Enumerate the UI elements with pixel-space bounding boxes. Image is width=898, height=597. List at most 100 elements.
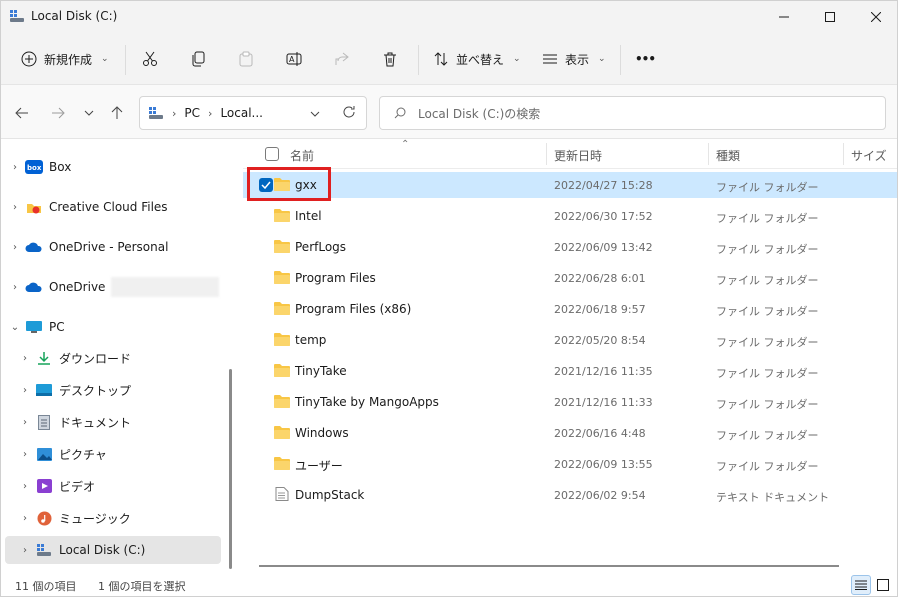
file-row[interactable]: Intel 2022/06/30 17:52 ファイル フォルダー [243,203,897,229]
arrow-left-icon [15,107,28,119]
address-bar[interactable]: › PC › Local... [139,96,367,130]
new-button[interactable]: 新規作成 ⌄ [21,46,109,72]
chevron-right-icon[interactable]: › [15,513,35,524]
file-row[interactable]: temp 2022/05/20 8:54 ファイル フォルダー [243,327,897,353]
back-button[interactable] [11,103,33,123]
column-divider[interactable] [843,143,844,165]
cut-button[interactable] [142,46,158,72]
sidebar-item-pictures[interactable]: › ピクチャ [15,440,231,468]
chevron-right-icon[interactable]: › [15,417,35,428]
sidebar-item-pc[interactable]: ⌄ PC [5,313,221,341]
horizontal-scrollbar[interactable] [259,565,839,567]
file-row[interactable]: DumpStack 2022/06/02 9:54 テキスト ドキュメント [243,482,897,508]
up-button[interactable] [106,103,128,123]
forward-button[interactable] [47,103,69,123]
column-divider[interactable] [708,143,709,165]
chevron-right-icon[interactable]: › [15,449,35,460]
select-all-checkbox[interactable] [265,147,279,161]
status-bar: 11 個の項目 1 個の項目を選択 [1,572,897,596]
file-type: ファイル フォルダー [716,336,819,349]
column-name[interactable]: 名前 [290,147,314,164]
music-icon [35,510,53,526]
file-date: 2021/12/16 11:35 [554,365,653,378]
sort-button[interactable]: 並べ替え ⌄ [433,46,521,72]
sidebar-item-desktop[interactable]: › デスクトップ [15,376,231,404]
file-name: TinyTake [295,364,347,378]
chevron-right-icon[interactable]: › [5,202,25,213]
folder-icon [274,302,290,315]
sidebar-item-label: PC [49,320,65,334]
breadcrumb-pc[interactable]: PC [184,106,200,120]
delete-button[interactable] [382,46,398,72]
sidebar-item-label: ドキュメント [59,415,132,430]
chevron-right-icon[interactable]: › [15,481,35,492]
file-row[interactable]: gxx 2022/04/27 15:28 ファイル フォルダー [243,172,897,198]
svg-text:A: A [289,55,295,64]
file-type: ファイル フォルダー [716,243,819,256]
paste-icon [239,51,253,67]
file-row[interactable]: TinyTake by MangoApps 2021/12/16 11:33 フ… [243,389,897,415]
share-button[interactable] [334,46,350,72]
chevron-right-icon[interactable]: › [5,162,25,173]
sidebar-item-creative-cloud[interactable]: › Creative Cloud Files [5,193,221,221]
file-date: 2022/06/28 6:01 [554,272,646,285]
copy-button[interactable] [190,46,206,72]
sidebar-item-music[interactable]: › ミュージック [15,504,231,532]
sidebar-item-downloads[interactable]: › ダウンロード [15,344,231,372]
file-row[interactable]: Program Files (x86) 2022/06/18 9:57 ファイル… [243,296,897,322]
refresh-icon[interactable] [342,105,356,119]
column-divider[interactable] [546,143,547,165]
file-row[interactable]: ユーザー 2022/06/09 13:55 ファイル フォルダー [243,451,897,477]
maximize-button[interactable] [807,1,853,33]
file-row[interactable]: PerfLogs 2022/06/09 13:42 ファイル フォルダー [243,234,897,260]
file-row[interactable]: Windows 2022/06/16 4:48 ファイル フォルダー [243,420,897,446]
file-row[interactable]: TinyTake 2021/12/16 11:35 ファイル フォルダー [243,358,897,384]
details-view-button[interactable] [851,575,871,595]
rename-button[interactable]: A [286,46,302,72]
plus-circle-icon [21,51,37,67]
file-name: Intel [295,209,322,223]
chevron-right-icon: › [172,106,177,120]
box-icon: box [25,159,43,175]
chevron-right-icon[interactable]: › [15,545,35,556]
view-button[interactable]: 表示 ⌄ [542,46,606,72]
file-date: 2022/06/16 4:48 [554,427,646,440]
file-name: temp [295,333,327,347]
sidebar-item-label: Creative Cloud Files [49,200,168,214]
paste-button[interactable] [238,46,254,72]
large-icons-view-button[interactable] [873,575,893,595]
breadcrumb-local-disk[interactable]: Local... [220,106,263,120]
column-size[interactable]: サイズ [851,147,887,164]
sidebar-item-videos[interactable]: › ビデオ [15,472,231,500]
drive-icon [35,542,53,558]
creative-cloud-icon [25,199,43,215]
chevron-right-icon[interactable]: › [15,353,35,364]
recent-locations-button[interactable] [78,103,100,123]
maximize-icon [825,12,835,22]
sidebar-item-box[interactable]: › box Box [5,153,221,181]
column-header: ⌃ 名前 更新日時 種類 サイズ [243,139,897,169]
onedrive-icon [25,239,43,255]
document-icon [35,414,53,430]
file-row[interactable]: Program Files 2022/06/28 6:01 ファイル フォルダー [243,265,897,291]
column-type[interactable]: 種類 [716,147,740,164]
close-button[interactable] [853,1,897,33]
file-type: ファイル フォルダー [716,212,819,225]
file-date: 2022/05/20 8:54 [554,334,646,347]
minimize-button[interactable] [761,1,807,33]
chevron-down-icon[interactable]: ⌄ [5,322,25,333]
chevron-right-icon[interactable]: › [5,242,25,253]
sidebar-scrollbar[interactable] [229,369,232,569]
chevron-right-icon[interactable]: › [5,282,25,293]
chevron-down-icon[interactable] [310,110,320,118]
search-box[interactable]: Local Disk (C:)の検索 [379,96,886,130]
sidebar-item-documents[interactable]: › ドキュメント [15,408,231,436]
more-options-button[interactable]: ••• [635,46,656,72]
chevron-right-icon[interactable]: › [15,385,35,396]
sidebar-item-onedrive-personal[interactable]: › OneDrive - Personal [5,233,221,261]
sidebar-item-local-disk[interactable]: › Local Disk (C:) [5,536,221,564]
file-type: ファイル フォルダー [716,181,819,194]
column-date[interactable]: 更新日時 [554,147,602,164]
file-date: 2021/12/16 11:33 [554,396,653,409]
file-name: Program Files (x86) [295,302,412,316]
